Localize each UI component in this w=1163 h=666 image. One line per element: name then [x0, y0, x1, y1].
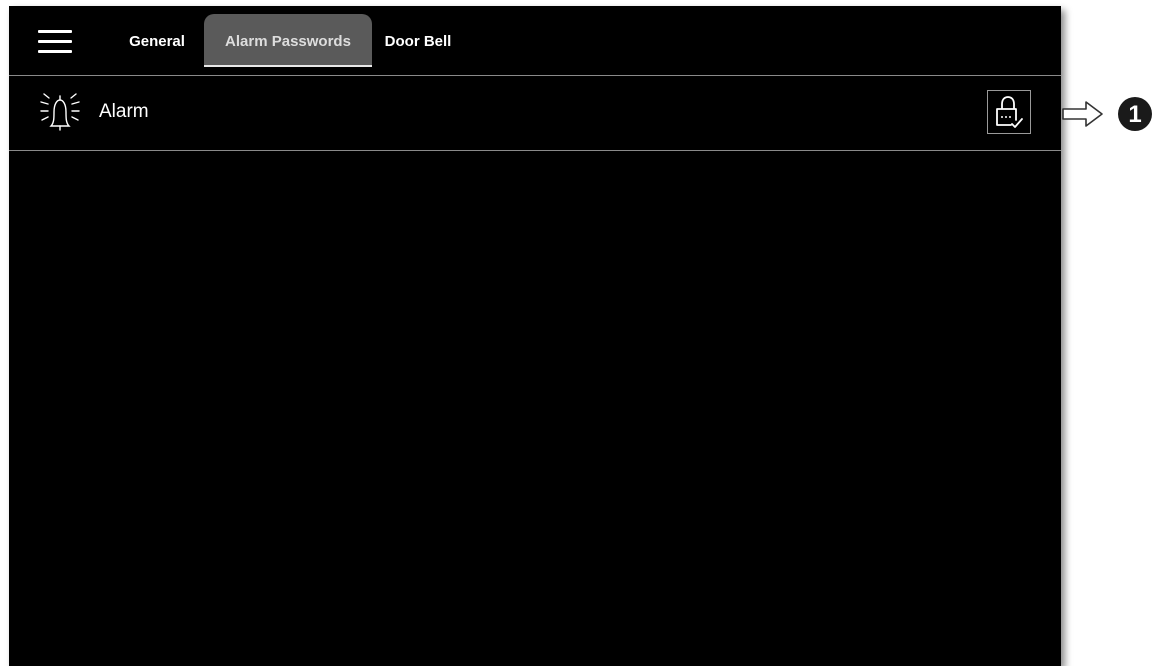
lock-check-icon [996, 96, 1023, 128]
alarm-row: Alarm [9, 76, 1061, 151]
alarm-bell-icon [40, 93, 80, 131]
alarm-label: Alarm [99, 101, 149, 122]
tab-alarm-passwords[interactable]: Alarm Passwords [204, 14, 372, 67]
app-screen: General Alarm Passwords Door Bell Alarm [9, 6, 1061, 666]
set-password-button[interactable] [987, 90, 1031, 134]
active-tab-indicator [204, 65, 372, 67]
outline-arrow-right-icon [1062, 101, 1103, 127]
hamburger-menu-icon[interactable] [38, 30, 72, 54]
tab-door-bell[interactable]: Door Bell [379, 14, 457, 65]
tab-bar: General Alarm Passwords Door Bell [9, 6, 1061, 76]
tab-general[interactable]: General [117, 14, 197, 65]
tab-alarm-passwords-label: Alarm Passwords [225, 33, 351, 50]
callout-number-badge: 1 [1118, 97, 1152, 131]
